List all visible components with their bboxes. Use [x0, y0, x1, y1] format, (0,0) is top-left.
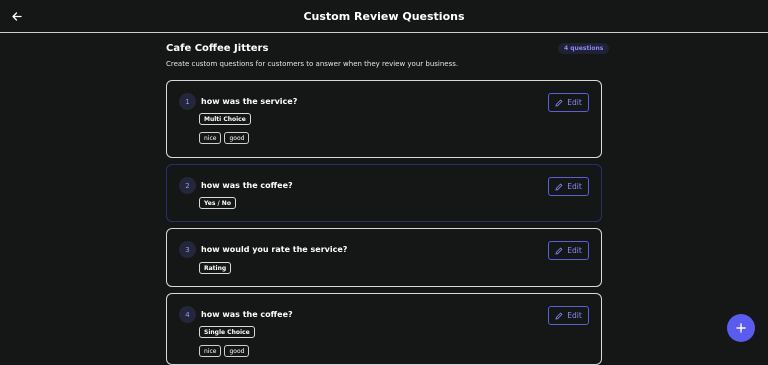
page-title: Custom Review Questions [303, 10, 465, 23]
option-chip: good [224, 132, 250, 144]
pencil-icon [555, 247, 563, 255]
option-list: nice good [199, 132, 250, 144]
question-text: how would you rate the service? [201, 245, 348, 254]
question-text: how was the service? [201, 97, 298, 106]
plus-icon [736, 323, 746, 333]
question-text: how was the coffee? [201, 310, 293, 319]
option-list: nice good [199, 345, 250, 357]
question-number: 4 [179, 306, 196, 323]
edit-button[interactable]: Edit [548, 177, 589, 196]
question-text: how was the coffee? [201, 181, 293, 190]
question-card[interactable]: 1 how was the service? Edit Multi Choice… [166, 80, 602, 158]
question-count-badge: 4 questions [558, 43, 610, 54]
option-chip: nice [199, 345, 222, 357]
edit-label: Edit [567, 311, 582, 320]
question-type-badge: Multi Choice [199, 113, 251, 125]
question-type-badge: Yes / No [199, 197, 236, 209]
option-chip: nice [199, 132, 222, 144]
question-number: 2 [179, 177, 196, 194]
question-type-badge: Rating [199, 262, 232, 274]
pencil-icon [555, 99, 563, 107]
question-type-badge: Single Choice [199, 326, 255, 338]
question-card[interactable]: 2 how was the coffee? Edit Yes / No [166, 164, 602, 222]
pencil-icon [555, 183, 563, 191]
header-bar: Custom Review Questions [0, 0, 768, 33]
option-chip: good [224, 345, 250, 357]
edit-label: Edit [567, 98, 582, 107]
question-card[interactable]: 3 how would you rate the service? Edit R… [166, 228, 602, 287]
edit-button[interactable]: Edit [548, 306, 589, 325]
question-number: 1 [179, 93, 196, 110]
add-question-button[interactable] [727, 314, 755, 342]
edit-label: Edit [567, 246, 582, 255]
edit-button[interactable]: Edit [548, 93, 589, 112]
edit-button[interactable]: Edit [548, 241, 589, 260]
edit-label: Edit [567, 182, 582, 191]
business-name: Cafe Coffee Jitters [166, 43, 269, 54]
question-number: 3 [179, 241, 196, 258]
question-card[interactable]: 4 how was the coffee? Edit Single Choice… [166, 293, 602, 365]
pencil-icon [555, 312, 563, 320]
page-subtitle: Create custom questions for customers to… [166, 60, 459, 68]
